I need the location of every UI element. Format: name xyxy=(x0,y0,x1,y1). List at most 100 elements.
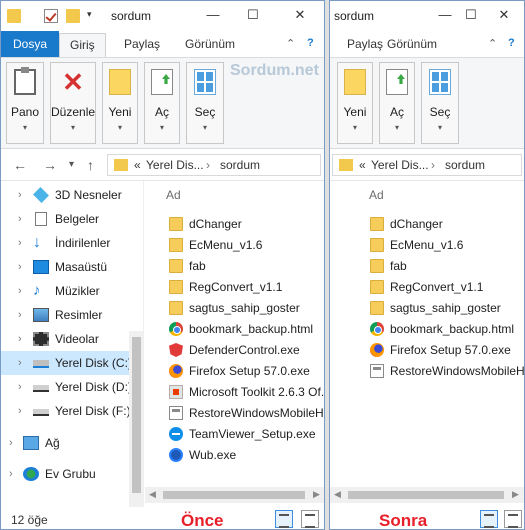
quick-access-dropdown-icon[interactable]: ▾ xyxy=(87,9,101,23)
item-count: 12 öğe xyxy=(11,513,48,527)
address-bar-area: « Yerel Dis... › sordum xyxy=(330,149,524,181)
breadcrumb-item[interactable]: sordum xyxy=(445,158,485,172)
nav-item-3d-nesneler[interactable]: › 3D Nesneler xyxy=(1,183,143,207)
tab-gorunum[interactable]: Görünüm xyxy=(387,37,437,51)
tab-paylas[interactable]: Paylaş xyxy=(124,37,160,51)
file-name: Firefox Setup 57.0.exe xyxy=(390,343,511,357)
breadcrumb-item[interactable]: Yerel Dis... xyxy=(371,158,429,172)
collapse-ribbon-icon[interactable]: ⌃ xyxy=(286,37,295,50)
chevron-right-icon[interactable]: › xyxy=(9,462,13,486)
column-header-name[interactable]: Ad xyxy=(166,188,181,202)
up-arrow-icon[interactable]: ↑ xyxy=(87,157,94,173)
file-name: TeamViewer_Setup.exe xyxy=(189,427,316,441)
nav-item-masaustu[interactable]: › Masaüstü xyxy=(1,255,143,279)
horizontal-scrollbar[interactable]: ◀ ▶ xyxy=(145,487,324,503)
address-bar[interactable]: « Yerel Dis... › sordum xyxy=(332,154,522,176)
nav-item-label: Ağ xyxy=(45,436,60,450)
tab-dosya[interactable]: Dosya xyxy=(1,31,60,57)
new-folder-quick-icon[interactable] xyxy=(66,9,80,23)
help-icon[interactable]: ? xyxy=(307,37,314,49)
nav-item-yerel-disk-c[interactable]: › Yerel Disk (C:) xyxy=(1,351,143,375)
collapse-ribbon-icon[interactable]: ⌃ xyxy=(488,37,497,50)
chevron-right-icon[interactable]: › xyxy=(18,255,22,279)
ribbon-button-yeni[interactable]: Yeni ▾ xyxy=(337,62,373,144)
close-button[interactable]: ✕ xyxy=(494,6,514,24)
downloads-icon: ↓ xyxy=(33,234,41,251)
chevron-right-icon[interactable]: › xyxy=(18,399,22,423)
status-bar: Sonra xyxy=(330,507,524,529)
chevron-down-icon: ▾ xyxy=(70,123,75,132)
large-icons-view-icon[interactable] xyxy=(504,510,522,528)
window-title: sordum xyxy=(334,9,375,23)
maximize-button[interactable]: ☐ xyxy=(461,6,481,24)
tab-paylas[interactable]: Paylaş xyxy=(347,37,383,51)
nav-item-yerel-disk-f[interactable]: › Yerel Disk (F:) xyxy=(1,399,143,423)
minimize-button[interactable]: — xyxy=(203,6,223,24)
chevron-right-icon[interactable]: › xyxy=(9,431,13,455)
scroll-right-icon[interactable]: ▶ xyxy=(512,489,519,500)
scrollbar-thumb[interactable] xyxy=(163,491,305,499)
ribbon-button-sec[interactable]: Seç ▾ xyxy=(421,62,459,144)
chevron-right-icon[interactable]: › xyxy=(18,327,22,351)
nav-item-videolar[interactable]: › Videolar xyxy=(1,327,143,351)
videos-icon xyxy=(33,332,49,346)
ribbon-button-sec[interactable]: Seç ▾ xyxy=(186,62,224,144)
properties-check-icon[interactable] xyxy=(44,9,58,23)
address-bar[interactable]: « Yerel Dis... › sordum xyxy=(107,154,321,176)
scroll-right-icon[interactable]: ▶ xyxy=(313,489,320,500)
minimize-button[interactable]: — xyxy=(435,6,455,24)
horizontal-scrollbar[interactable]: ◀ ▶ xyxy=(330,487,524,503)
chevron-down-icon: ▾ xyxy=(22,123,27,132)
chevron-right-icon[interactable]: › xyxy=(18,303,22,327)
ribbon-button-ac[interactable]: Aç ▾ xyxy=(144,62,180,144)
details-view-icon[interactable] xyxy=(275,510,293,528)
nav-item-muzikler[interactable]: › ♪ Müzikler xyxy=(1,279,143,303)
nav-item-ag[interactable]: › Ağ xyxy=(1,431,143,455)
nav-item-belgeler[interactable]: › Belgeler xyxy=(1,207,143,231)
nav-item-indirilenler[interactable]: › ↓ İndirilenler xyxy=(1,231,143,255)
chevron-right-icon[interactable]: › xyxy=(18,207,22,231)
help-icon[interactable]: ? xyxy=(508,37,515,49)
file-name: Firefox Setup 57.0.exe xyxy=(189,364,310,378)
ribbon-button-duzenle[interactable]: ✕ Düzenle ▾ xyxy=(50,62,96,144)
chevron-right-icon[interactable]: › xyxy=(18,375,22,399)
chevron-right-icon[interactable]: › xyxy=(18,351,22,375)
breadcrumb-item[interactable]: Yerel Dis... xyxy=(146,158,204,172)
chevron-right-icon[interactable]: › xyxy=(18,183,22,207)
scroll-left-icon[interactable]: ◀ xyxy=(334,489,341,500)
breadcrumb-item[interactable]: sordum xyxy=(220,158,260,172)
nav-item-label: Videolar xyxy=(55,332,99,346)
scroll-left-icon[interactable]: ◀ xyxy=(149,489,156,500)
maximize-button[interactable]: ☐ xyxy=(243,6,263,24)
explorer-window-after: sordum — ☐ ✕ Paylaş Görünüm ⌃ ? Yeni ▾ A… xyxy=(329,0,525,530)
tab-giris[interactable]: Giriş xyxy=(59,33,106,57)
breadcrumb-overflow[interactable]: « xyxy=(359,158,366,172)
tab-gorunum[interactable]: Görünüm xyxy=(185,37,235,51)
ribbon-button-yeni[interactable]: Yeni ▾ xyxy=(102,62,138,144)
nav-scrollbar[interactable] xyxy=(129,331,144,507)
large-icons-view-icon[interactable] xyxy=(301,510,319,528)
recent-locations-icon[interactable]: ▾ xyxy=(69,159,74,170)
details-view-icon[interactable] xyxy=(480,510,498,528)
file-name: RestoreWindowsMobileH xyxy=(390,364,525,378)
scrollbar-thumb[interactable] xyxy=(348,491,504,499)
new-folder-icon xyxy=(109,69,131,95)
chevron-right-icon[interactable]: › xyxy=(18,231,22,255)
shield-icon xyxy=(169,343,183,357)
firefox-icon xyxy=(169,364,183,378)
ribbon-button-ac[interactable]: Aç ▾ xyxy=(379,62,415,144)
nav-item-resimler[interactable]: › Resimler xyxy=(1,303,143,327)
chrome-icon xyxy=(370,322,384,336)
breadcrumb-overflow[interactable]: « xyxy=(134,158,141,172)
ribbon-button-pano[interactable]: Pano ▾ xyxy=(6,62,44,144)
column-header-name[interactable]: Ad xyxy=(369,188,384,202)
scrollbar-thumb[interactable] xyxy=(132,337,141,493)
delete-x-icon: ✕ xyxy=(62,67,84,97)
chevron-right-icon[interactable]: › xyxy=(18,279,22,303)
nav-item-yerel-disk-d[interactable]: › Yerel Disk (D:) xyxy=(1,375,143,399)
teamviewer-icon xyxy=(169,427,183,441)
forward-arrow-icon[interactable]: → xyxy=(43,157,57,173)
close-button[interactable]: ✕ xyxy=(290,6,310,24)
nav-item-ev-grubu[interactable]: › Ev Grubu xyxy=(1,462,143,486)
back-arrow-icon[interactable]: ← xyxy=(13,157,27,173)
